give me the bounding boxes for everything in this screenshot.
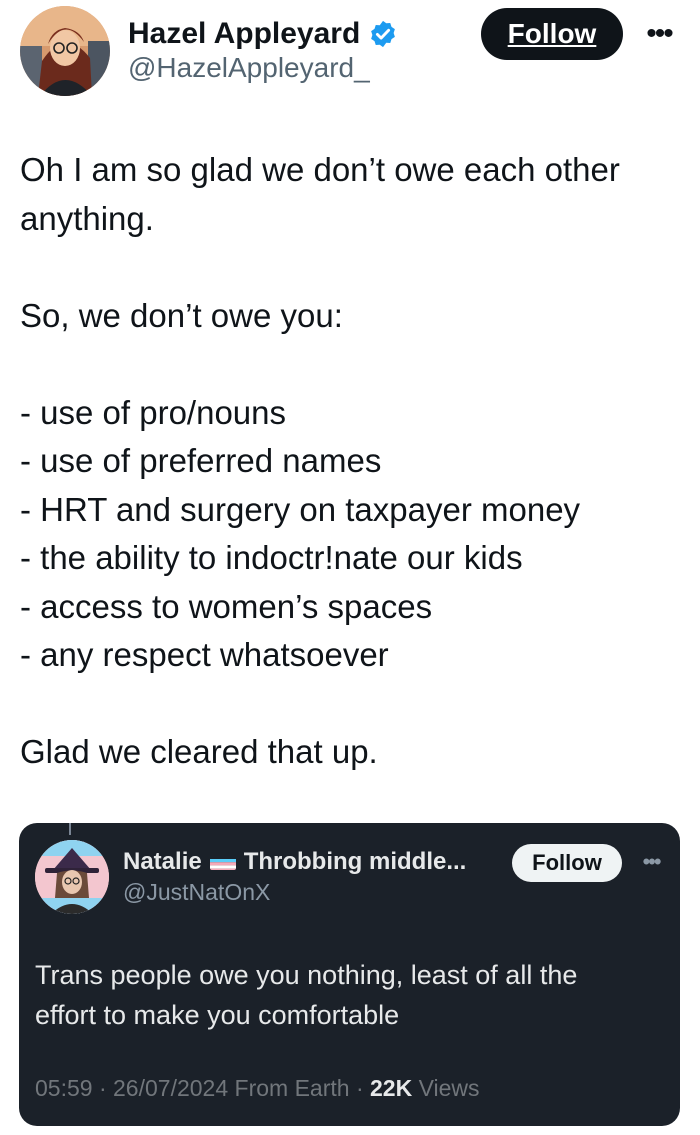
quoted-author-avatar[interactable] [35, 840, 109, 914]
quoted-tweet-meta: 05:59 · 26/07/2024 From Earth · 22K View… [35, 1075, 480, 1102]
author-avatar[interactable] [20, 6, 110, 96]
quoted-name-prefix: Natalie [123, 848, 202, 875]
author-name-row: Hazel Appleyard [128, 14, 398, 54]
tweet: Hazel Appleyard @HazelAppleyard_ Follow … [0, 0, 700, 1135]
tweet-line: - any respect whatsoever [20, 636, 389, 673]
quoted-tweet[interactable]: Natalie Throbbing middle... @JustNatOnX … [19, 823, 680, 1126]
tweet-line: - access to women’s spaces [20, 587, 433, 625]
tweet-line: - use of pro/nouns [20, 393, 286, 431]
quoted-tweet-line: Trans people owe you nothing, least of a… [35, 960, 578, 990]
tweet-text: Oh I am so glad we don’t owe each other … [20, 146, 680, 777]
author-handle[interactable]: @HazelAppleyard_ [128, 52, 370, 84]
views-count: 22K [370, 1075, 413, 1101]
quoted-follow-button[interactable]: Follow [512, 844, 622, 882]
thread-connector [69, 823, 71, 835]
verified-badge-icon [368, 19, 398, 49]
separator: · [355, 1075, 364, 1101]
tweet-line: So, we don’t owe you: [20, 296, 343, 334]
tweet-line: - HRT and surgery on taxpayer money [20, 490, 581, 528]
transgender-flag-icon [209, 854, 236, 870]
quoted-tweet-text: Trans people owe you nothing, least of a… [35, 955, 655, 1035]
separator: · [98, 1075, 107, 1101]
quoted-author-handle[interactable]: @JustNatOnX [123, 879, 270, 906]
tweet-time[interactable]: 05:59 [35, 1075, 93, 1101]
views-label: Views [418, 1075, 480, 1101]
author-name[interactable]: Hazel Appleyard [128, 17, 360, 51]
tweet-line: - use of preferred names [20, 442, 382, 479]
tweet-line: anything. [20, 199, 154, 237]
quoted-more-dots-icon[interactable]: ••• [636, 847, 666, 877]
follow-button[interactable]: Follow [481, 8, 623, 60]
quoted-name-suffix: Throbbing middle... [243, 848, 467, 875]
tweet-source: From Earth [234, 1075, 350, 1101]
tweet-date[interactable]: 26/07/2024 [113, 1075, 228, 1101]
quoted-author-name[interactable]: Natalie Throbbing middle... [123, 847, 466, 877]
tweet-line: - the ability to indoctr!nate our kids [20, 539, 523, 576]
tweet-line: Glad we cleared that up. [20, 733, 378, 770]
tweet-line: Oh I am so glad we don’t owe each other [20, 151, 620, 188]
quoted-tweet-line: effort to make you comfortable [35, 1000, 400, 1030]
more-dots-icon[interactable]: ••• [637, 14, 681, 54]
